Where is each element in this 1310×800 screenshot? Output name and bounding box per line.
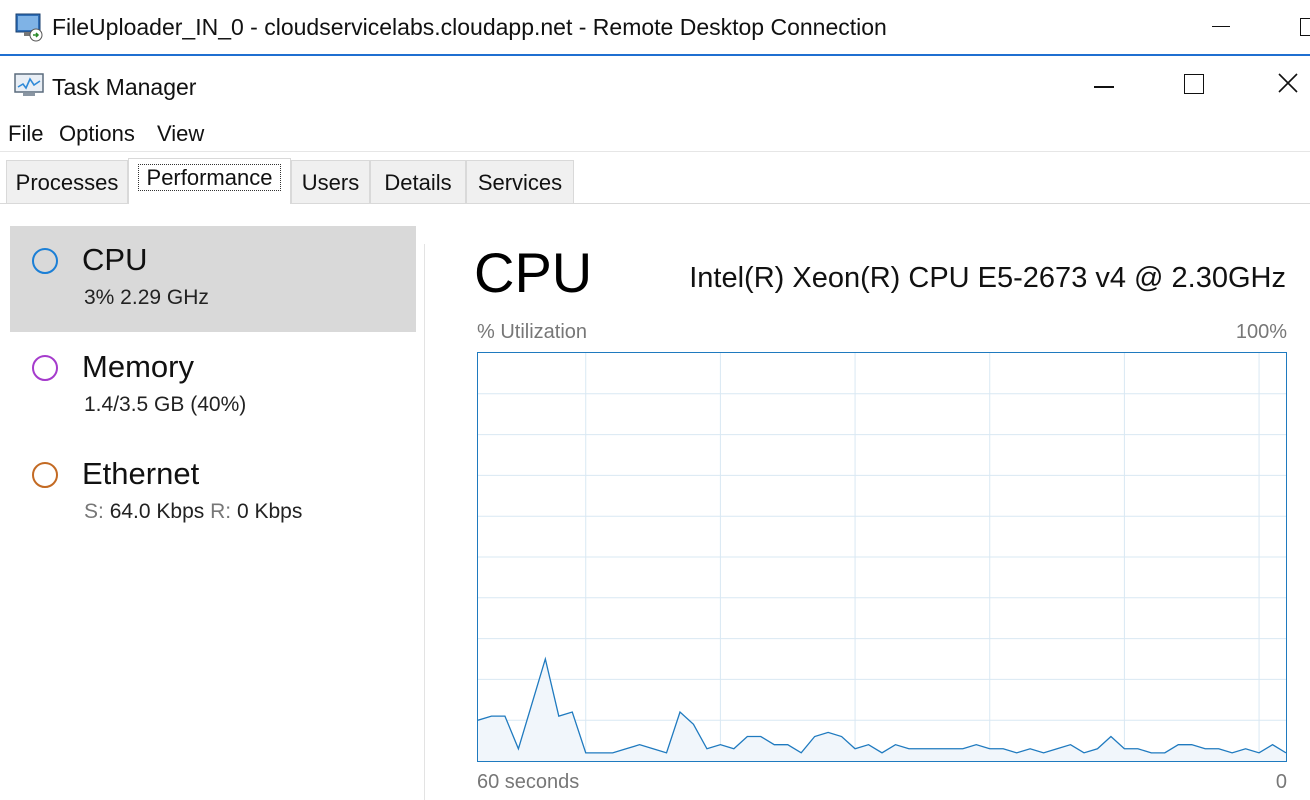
tab-details[interactable]: Details — [370, 160, 466, 203]
menu-bar: File Options View — [0, 116, 1310, 152]
close-button[interactable] — [1264, 64, 1310, 104]
minimize-button[interactable] — [1080, 64, 1126, 104]
task-manager-icon — [14, 72, 44, 98]
maximize-button[interactable] — [1170, 64, 1216, 104]
tab-users-label: Users — [301, 170, 360, 195]
send-label: S: — [84, 500, 104, 523]
resource-value: 1.4/3.5 GB (40%) — [84, 393, 247, 416]
cpu-model: Intel(R) Xeon(R) CPU E5-2673 v4 @ 2.30GH… — [689, 262, 1286, 294]
window-title: Task Manager — [52, 74, 197, 100]
tab-processes[interactable]: Processes — [6, 160, 128, 203]
cpu-utilization-chart — [477, 352, 1287, 762]
resource-value: 3% 2.29 GHz — [84, 286, 209, 309]
resource-name: Ethernet — [82, 456, 200, 491]
menu-view[interactable]: View — [157, 121, 204, 147]
menu-file[interactable]: File — [8, 121, 43, 147]
memory-graph-icon — [32, 355, 58, 381]
remote-desktop-maximize-button[interactable] — [1290, 10, 1310, 42]
receive-value: 0 Kbps — [236, 500, 303, 523]
resource-item-cpu[interactable]: CPU 3% 2.29 GHz — [10, 226, 416, 332]
tab-services[interactable]: Services — [466, 160, 574, 203]
tab-details-label: Details — [384, 170, 452, 195]
cpu-graph-icon — [32, 248, 58, 274]
ethernet-graph-icon — [32, 462, 58, 488]
tab-strip: Processes Performance Users Details Serv… — [0, 152, 1310, 204]
cpu-utilization-area — [478, 659, 1286, 761]
tab-users[interactable]: Users — [291, 160, 370, 203]
task-manager-titlebar: Task Manager — [0, 58, 1310, 114]
panel-divider[interactable] — [424, 244, 425, 800]
tab-performance-label: Performance — [137, 164, 282, 191]
remote-desktop-title: FileUploader_IN_0 - cloudservicelabs.clo… — [52, 14, 887, 40]
remote-desktop-titlebar: FileUploader_IN_0 - cloudservicelabs.clo… — [0, 0, 1310, 56]
remote-desktop-minimize-button[interactable] — [1206, 10, 1242, 42]
receive-label: R: — [210, 500, 232, 523]
y-axis-label: % Utilization — [477, 321, 588, 343]
resource-name: Memory — [82, 349, 194, 384]
y-axis-max-label: 100% — [1235, 321, 1287, 343]
remote-desktop-icon — [14, 12, 44, 42]
resource-list: CPU 3% 2.29 GHz Memory 1.4/3.5 GB (40%) … — [0, 204, 424, 800]
menu-options[interactable]: Options — [59, 121, 135, 147]
resource-name: CPU — [82, 242, 148, 277]
cpu-utilization-line — [478, 656, 1286, 754]
tab-processes-label: Processes — [15, 170, 119, 195]
resource-item-ethernet[interactable]: Ethernet S: 64.0 Kbps R: 0 Kbps — [10, 440, 416, 546]
x-axis-left-label: 60 seconds — [477, 771, 580, 793]
resource-item-memory[interactable]: Memory 1.4/3.5 GB (40%) — [10, 333, 416, 439]
detail-title: CPU — [474, 241, 593, 304]
tab-services-label: Services — [477, 170, 563, 195]
tab-performance[interactable]: Performance — [128, 158, 291, 204]
resource-value: S: 64.0 Kbps R: 0 Kbps — [84, 500, 302, 524]
x-axis-right-label: 0 — [1275, 771, 1287, 793]
send-value: 64.0 Kbps — [109, 500, 205, 523]
cpu-utilization-plot — [478, 353, 1286, 761]
close-icon — [1278, 73, 1298, 93]
